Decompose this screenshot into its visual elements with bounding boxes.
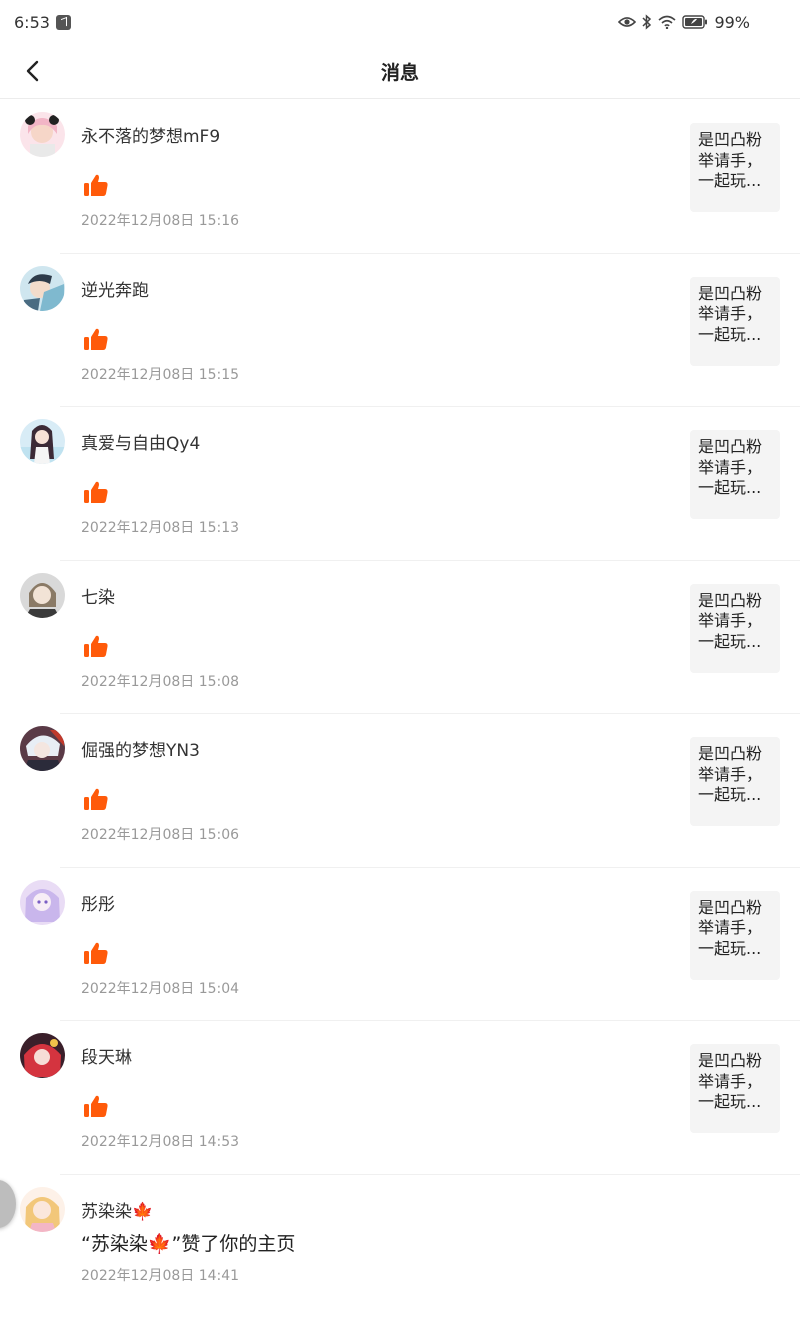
username[interactable]: 真爱与自由Qy4 — [81, 429, 200, 454]
battery-percent: 99% — [714, 13, 750, 32]
preview-line: 一起玩... — [698, 632, 774, 653]
avatar[interactable] — [20, 266, 65, 311]
notification-list: 永不落的梦想mF9 2022年12月08日 15:16 是凹凸粉 举请手， 一起… — [0, 100, 800, 1328]
message-text: “苏染染🍁”赞了你的主页 — [81, 1229, 295, 1256]
post-preview[interactable]: 是凹凸粉 举请手， 一起玩... — [690, 277, 780, 366]
header: 消息 — [0, 44, 800, 99]
thumbs-up-icon — [83, 940, 109, 966]
notification-item[interactable]: 段天琳 2022年12月08日 14:53 是凹凸粉 举请手， 一起玩... — [0, 1021, 800, 1175]
username[interactable]: 彤彤 — [81, 890, 115, 915]
thumbs-up-icon — [83, 326, 109, 352]
page-title: 消息 — [0, 58, 800, 85]
notification-item[interactable]: 七染 2022年12月08日 15:08 是凹凸粉 举请手， 一起玩... — [0, 561, 800, 715]
post-preview[interactable]: 是凹凸粉 举请手， 一起玩... — [690, 1044, 780, 1133]
avatar[interactable] — [20, 419, 65, 464]
preview-line: 是凹凸粉 — [698, 898, 774, 919]
thumbs-up-icon — [83, 633, 109, 659]
thumbs-up-icon — [83, 172, 109, 198]
preview-line: 是凹凸粉 — [698, 591, 774, 612]
status-bar: 6:53 99% — [0, 0, 800, 44]
preview-line: 是凹凸粉 — [698, 744, 774, 765]
post-preview[interactable]: 是凹凸粉 举请手， 一起玩... — [690, 737, 780, 826]
timestamp: 2022年12月08日 14:41 — [81, 1265, 239, 1285]
username[interactable]: 七染 — [81, 583, 115, 608]
bluetooth-icon — [642, 14, 652, 30]
preview-line: 一起玩... — [698, 171, 774, 192]
notification-item[interactable]: 苏染染🍁 “苏染染🍁”赞了你的主页 2022年12月08日 14:41 — [0, 1175, 800, 1328]
wifi-icon — [658, 15, 676, 29]
timestamp: 2022年12月08日 15:04 — [81, 978, 239, 998]
app-notification-icon — [56, 15, 71, 30]
thumbs-up-icon — [83, 786, 109, 812]
avatar[interactable] — [20, 1187, 65, 1232]
notification-item[interactable]: 倔强的梦想YN3 2022年12月08日 15:06 是凹凸粉 举请手， 一起玩… — [0, 714, 800, 868]
preview-line: 一起玩... — [698, 939, 774, 960]
preview-line: 是凹凸粉 — [698, 130, 774, 151]
timestamp: 2022年12月08日 14:53 — [81, 1131, 239, 1151]
timestamp: 2022年12月08日 15:16 — [81, 210, 239, 230]
preview-line: 举请手， — [698, 458, 774, 479]
preview-line: 举请手， — [698, 1072, 774, 1093]
preview-line: 一起玩... — [698, 785, 774, 806]
preview-line: 举请手， — [698, 151, 774, 172]
notification-item[interactable]: 永不落的梦想mF9 2022年12月08日 15:16 是凹凸粉 举请手， 一起… — [0, 100, 800, 254]
preview-line: 一起玩... — [698, 1092, 774, 1113]
notification-item[interactable]: 彤彤 2022年12月08日 15:04 是凹凸粉 举请手， 一起玩... — [0, 868, 800, 1022]
preview-line: 一起玩... — [698, 478, 774, 499]
username[interactable]: 苏染染🍁 — [81, 1197, 153, 1222]
thumbs-up-icon — [83, 479, 109, 505]
username[interactable]: 倔强的梦想YN3 — [81, 736, 200, 761]
preview-line: 是凹凸粉 — [698, 284, 774, 305]
username[interactable]: 段天琳 — [81, 1043, 132, 1068]
eye-icon — [618, 16, 636, 28]
battery-icon — [682, 15, 708, 29]
preview-line: 是凹凸粉 — [698, 1051, 774, 1072]
timestamp: 2022年12月08日 15:08 — [81, 671, 239, 691]
avatar[interactable] — [20, 1033, 65, 1078]
timestamp: 2022年12月08日 15:06 — [81, 824, 239, 844]
post-preview[interactable]: 是凹凸粉 举请手， 一起玩... — [690, 584, 780, 673]
preview-line: 是凹凸粉 — [698, 437, 774, 458]
avatar[interactable] — [20, 112, 65, 157]
post-preview[interactable]: 是凹凸粉 举请手， 一起玩... — [690, 891, 780, 980]
timestamp: 2022年12月08日 15:15 — [81, 364, 239, 384]
username[interactable]: 永不落的梦想mF9 — [81, 122, 220, 147]
thumbs-up-icon — [83, 1093, 109, 1119]
avatar[interactable] — [20, 726, 65, 771]
preview-line: 举请手， — [698, 611, 774, 632]
timestamp: 2022年12月08日 15:13 — [81, 517, 239, 537]
status-time: 6:53 — [14, 13, 50, 32]
username[interactable]: 逆光奔跑 — [81, 276, 149, 301]
notification-item[interactable]: 真爱与自由Qy4 2022年12月08日 15:13 是凹凸粉 举请手， 一起玩… — [0, 407, 800, 561]
notification-item[interactable]: 逆光奔跑 2022年12月08日 15:15 是凹凸粉 举请手， 一起玩... — [0, 254, 800, 408]
preview-line: 一起玩... — [698, 325, 774, 346]
avatar[interactable] — [20, 573, 65, 618]
status-bar-right: 99% — [618, 13, 750, 32]
post-preview[interactable]: 是凹凸粉 举请手， 一起玩... — [690, 430, 780, 519]
post-preview[interactable]: 是凹凸粉 举请手， 一起玩... — [690, 123, 780, 212]
preview-line: 举请手， — [698, 765, 774, 786]
preview-line: 举请手， — [698, 918, 774, 939]
avatar[interactable] — [20, 880, 65, 925]
status-bar-left: 6:53 — [14, 13, 71, 32]
preview-line: 举请手， — [698, 304, 774, 325]
